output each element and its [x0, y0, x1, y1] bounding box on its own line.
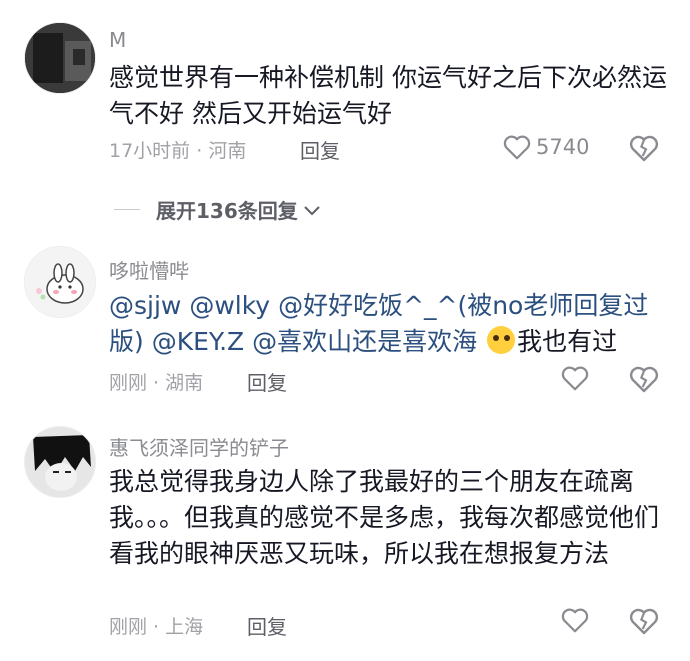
- crying-laughing-emoji: [487, 326, 516, 354]
- avatar[interactable]: [24, 426, 96, 498]
- divider-line: [114, 209, 140, 210]
- avatar[interactable]: [24, 246, 96, 318]
- avatar-image: [25, 427, 95, 497]
- meta-separator: ·: [190, 140, 209, 162]
- broken-heart-icon: [629, 135, 659, 162]
- reply-button[interactable]: 回复: [300, 135, 340, 164]
- dislike-button[interactable]: [628, 133, 660, 163]
- comment-time: 刚刚: [109, 616, 148, 638]
- like-button[interactable]: [560, 364, 590, 392]
- like-button[interactable]: [560, 606, 590, 634]
- mention-link[interactable]: @喜欢山还是喜欢海: [252, 327, 477, 356]
- comment-text-fragment: 我也有过: [517, 327, 618, 356]
- comment-location: 上海: [165, 616, 204, 638]
- comment-location: 河南: [208, 140, 247, 162]
- mention-link[interactable]: @sjjw: [109, 291, 181, 320]
- dislike-button[interactable]: [628, 364, 660, 394]
- meta-separator: ·: [147, 372, 166, 394]
- comment-text: 我总觉得我身边人除了我最好的三个朋友在疏离我。。。但我真的感觉不是多虑，我每次都…: [109, 467, 660, 568]
- comment-text: 感觉世界有一种补偿机制 你运气好之后下次必然运气不好 然后又开始运气好: [109, 63, 667, 128]
- expand-replies-label: 展开136条回复: [156, 199, 298, 223]
- comment-text-fragment: [270, 291, 278, 320]
- reply-button[interactable]: 回复: [247, 367, 287, 396]
- comment-text-fragment: [477, 327, 485, 356]
- comment-text-fragment: [244, 327, 252, 356]
- dislike-button[interactable]: [628, 606, 660, 636]
- mention-link[interactable]: @wlky: [189, 291, 270, 320]
- comment-text-fragment: [144, 327, 152, 356]
- comment-username[interactable]: 惠飞须泽同学的铲子: [109, 432, 289, 461]
- avatar-image: [25, 247, 95, 317]
- comment-meta: 17小时前 · 河南: [109, 136, 246, 163]
- comment-username[interactable]: M: [109, 28, 126, 52]
- comment-time: 17小时前: [109, 140, 191, 162]
- avatar[interactable]: [24, 22, 96, 94]
- comment-time: 刚刚: [109, 372, 148, 394]
- avatar-image: [25, 23, 95, 93]
- broken-heart-icon: [629, 608, 659, 635]
- meta-separator: ·: [147, 616, 166, 638]
- like-button[interactable]: 5740: [502, 133, 589, 161]
- chevron-down-icon: [304, 205, 320, 215]
- reply-button[interactable]: 回复: [247, 611, 287, 640]
- mention-link[interactable]: @KEY.Z: [152, 327, 244, 356]
- comment-meta: 刚刚 · 湖南: [109, 368, 203, 395]
- heart-outline-icon: [503, 135, 531, 160]
- broken-heart-icon: [629, 366, 659, 393]
- heart-outline-icon: [561, 608, 589, 633]
- heart-outline-icon: [561, 366, 589, 391]
- comment-text: @sjjw @wlky @好好吃饭^_^(被no老师回复过版) @KEY.Z @…: [109, 288, 669, 360]
- comment-username[interactable]: 哆啦懵哔: [109, 255, 189, 284]
- like-count: 5740: [536, 135, 590, 159]
- comment-meta: 刚刚 · 上海: [109, 612, 203, 639]
- comment-location: 湖南: [165, 372, 204, 394]
- expand-replies-button[interactable]: 展开136条回复: [114, 195, 322, 224]
